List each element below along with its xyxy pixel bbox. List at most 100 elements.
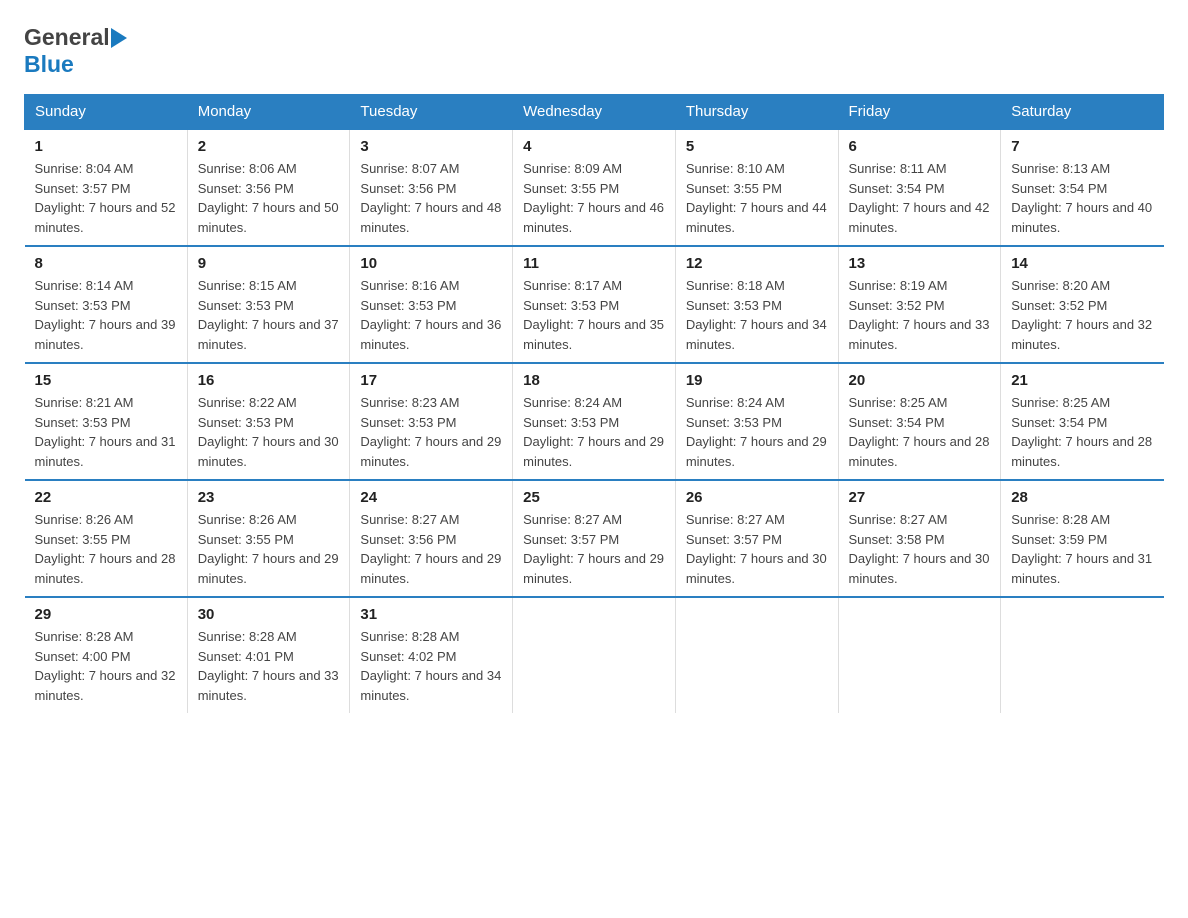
day-info: Sunrise: 8:13 AMSunset: 3:54 PMDaylight:… [1011, 159, 1153, 237]
day-number: 19 [686, 372, 828, 389]
day-number: 26 [686, 489, 828, 506]
day-info: Sunrise: 8:28 AMSunset: 3:59 PMDaylight:… [1011, 510, 1153, 588]
day-number: 2 [198, 138, 340, 155]
calendar-day-cell: 15 Sunrise: 8:21 AMSunset: 3:53 PMDayligh… [25, 363, 188, 480]
day-info: Sunrise: 8:21 AMSunset: 3:53 PMDaylight:… [35, 393, 177, 471]
calendar-day-cell: 6 Sunrise: 8:11 AMSunset: 3:54 PMDaylight… [838, 129, 1001, 246]
column-header-tuesday: Tuesday [350, 95, 513, 130]
calendar-day-cell: 17Sunrise: 8:23 AMSunset: 3:53 PMDayligh… [350, 363, 513, 480]
day-number: 28 [1011, 489, 1153, 506]
day-info: Sunrise: 8:28 AMSunset: 4:01 PMDaylight:… [198, 627, 340, 705]
calendar-day-cell: 7 Sunrise: 8:13 AMSunset: 3:54 PMDaylight… [1001, 129, 1164, 246]
day-info: Sunrise: 8:07 AMSunset: 3:56 PMDaylight:… [360, 159, 502, 237]
day-info: Sunrise: 8:27 AMSunset: 3:58 PMDaylight:… [849, 510, 991, 588]
calendar-day-cell: 12Sunrise: 8:18 AMSunset: 3:53 PMDayligh… [675, 246, 838, 363]
page-header: General Blue [24, 24, 1164, 78]
day-number: 16 [198, 372, 340, 389]
day-number: 23 [198, 489, 340, 506]
calendar-day-cell: 24 Sunrise: 8:27 AMSunset: 3:56 PMDayligh… [350, 480, 513, 597]
calendar-day-cell: 23Sunrise: 8:26 AMSunset: 3:55 PMDayligh… [187, 480, 350, 597]
day-number: 9 [198, 255, 340, 272]
day-number: 30 [198, 606, 340, 623]
calendar-day-cell: 16 Sunrise: 8:22 AMSunset: 3:53 PMDayligh… [187, 363, 350, 480]
calendar-day-cell: 30 Sunrise: 8:28 AMSunset: 4:01 PMDayligh… [187, 597, 350, 713]
column-header-wednesday: Wednesday [513, 95, 676, 130]
day-info: Sunrise: 8:11 AMSunset: 3:54 PMDaylight:… [849, 159, 991, 237]
day-number: 7 [1011, 138, 1153, 155]
calendar-day-cell [675, 597, 838, 713]
calendar-day-cell: 3 Sunrise: 8:07 AMSunset: 3:56 PMDaylight… [350, 129, 513, 246]
column-header-thursday: Thursday [675, 95, 838, 130]
day-number: 13 [849, 255, 991, 272]
calendar-week-row: 1 Sunrise: 8:04 AMSunset: 3:57 PMDaylight… [25, 129, 1164, 246]
day-number: 14 [1011, 255, 1153, 272]
calendar-day-cell: 22 Sunrise: 8:26 AMSunset: 3:55 PMDayligh… [25, 480, 188, 597]
day-info: Sunrise: 8:28 AMSunset: 4:02 PMDaylight:… [360, 627, 502, 705]
logo-triangle-icon [111, 28, 127, 48]
calendar-header-row: SundayMondayTuesdayWednesdayThursdayFrid… [25, 95, 1164, 130]
day-number: 21 [1011, 372, 1153, 389]
logo: General Blue [24, 24, 127, 78]
day-number: 24 [360, 489, 502, 506]
calendar-day-cell: 27 Sunrise: 8:27 AMSunset: 3:58 PMDayligh… [838, 480, 1001, 597]
day-number: 4 [523, 138, 665, 155]
calendar-table: SundayMondayTuesdayWednesdayThursdayFrid… [24, 94, 1164, 713]
calendar-day-cell: 29 Sunrise: 8:28 AMSunset: 4:00 PMDayligh… [25, 597, 188, 713]
calendar-week-row: 29 Sunrise: 8:28 AMSunset: 4:00 PMDayligh… [25, 597, 1164, 713]
day-info: Sunrise: 8:28 AMSunset: 4:00 PMDaylight:… [35, 627, 177, 705]
day-number: 8 [35, 255, 177, 272]
day-info: Sunrise: 8:27 AMSunset: 3:57 PMDaylight:… [523, 510, 665, 588]
calendar-day-cell: 1 Sunrise: 8:04 AMSunset: 3:57 PMDaylight… [25, 129, 188, 246]
day-info: Sunrise: 8:27 AMSunset: 3:57 PMDaylight:… [686, 510, 828, 588]
day-number: 31 [360, 606, 502, 623]
day-info: Sunrise: 8:26 AMSunset: 3:55 PMDaylight:… [35, 510, 177, 588]
day-number: 1 [35, 138, 177, 155]
calendar-day-cell [513, 597, 676, 713]
day-number: 12 [686, 255, 828, 272]
day-info: Sunrise: 8:14 AMSunset: 3:53 PMDaylight:… [35, 276, 177, 354]
column-header-monday: Monday [187, 95, 350, 130]
calendar-day-cell [1001, 597, 1164, 713]
day-number: 5 [686, 138, 828, 155]
calendar-day-cell: 20Sunrise: 8:25 AMSunset: 3:54 PMDayligh… [838, 363, 1001, 480]
day-info: Sunrise: 8:25 AMSunset: 3:54 PMDaylight:… [849, 393, 991, 471]
day-number: 11 [523, 255, 665, 272]
day-info: Sunrise: 8:24 AMSunset: 3:53 PMDaylight:… [686, 393, 828, 471]
calendar-day-cell: 11 Sunrise: 8:17 AMSunset: 3:53 PMDayligh… [513, 246, 676, 363]
logo-general-text: General [24, 24, 110, 51]
day-number: 22 [35, 489, 177, 506]
calendar-day-cell: 4 Sunrise: 8:09 AMSunset: 3:55 PMDaylight… [513, 129, 676, 246]
day-info: Sunrise: 8:25 AMSunset: 3:54 PMDaylight:… [1011, 393, 1153, 471]
calendar-week-row: 15 Sunrise: 8:21 AMSunset: 3:53 PMDayligh… [25, 363, 1164, 480]
day-info: Sunrise: 8:23 AMSunset: 3:53 PMDaylight:… [360, 393, 502, 471]
calendar-day-cell: 10Sunrise: 8:16 AMSunset: 3:53 PMDayligh… [350, 246, 513, 363]
day-number: 3 [360, 138, 502, 155]
calendar-day-cell: 14Sunrise: 8:20 AMSunset: 3:52 PMDayligh… [1001, 246, 1164, 363]
day-info: Sunrise: 8:17 AMSunset: 3:53 PMDaylight:… [523, 276, 665, 354]
calendar-day-cell: 19 Sunrise: 8:24 AMSunset: 3:53 PMDayligh… [675, 363, 838, 480]
day-info: Sunrise: 8:19 AMSunset: 3:52 PMDaylight:… [849, 276, 991, 354]
day-number: 29 [35, 606, 177, 623]
calendar-day-cell: 25Sunrise: 8:27 AMSunset: 3:57 PMDayligh… [513, 480, 676, 597]
day-info: Sunrise: 8:04 AMSunset: 3:57 PMDaylight:… [35, 159, 177, 237]
day-info: Sunrise: 8:09 AMSunset: 3:55 PMDaylight:… [523, 159, 665, 237]
calendar-day-cell: 9 Sunrise: 8:15 AMSunset: 3:53 PMDaylight… [187, 246, 350, 363]
day-number: 15 [35, 372, 177, 389]
day-number: 18 [523, 372, 665, 389]
logo-blue-text: Blue [24, 51, 74, 78]
column-header-friday: Friday [838, 95, 1001, 130]
day-number: 27 [849, 489, 991, 506]
calendar-week-row: 22 Sunrise: 8:26 AMSunset: 3:55 PMDayligh… [25, 480, 1164, 597]
day-number: 6 [849, 138, 991, 155]
column-header-saturday: Saturday [1001, 95, 1164, 130]
day-info: Sunrise: 8:27 AMSunset: 3:56 PMDaylight:… [360, 510, 502, 588]
calendar-day-cell: 18Sunrise: 8:24 AMSunset: 3:53 PMDayligh… [513, 363, 676, 480]
column-header-sunday: Sunday [25, 95, 188, 130]
day-info: Sunrise: 8:15 AMSunset: 3:53 PMDaylight:… [198, 276, 340, 354]
day-number: 10 [360, 255, 502, 272]
day-info: Sunrise: 8:10 AMSunset: 3:55 PMDaylight:… [686, 159, 828, 237]
calendar-day-cell: 31 Sunrise: 8:28 AMSunset: 4:02 PMDayligh… [350, 597, 513, 713]
calendar-day-cell: 13 Sunrise: 8:19 AMSunset: 3:52 PMDayligh… [838, 246, 1001, 363]
day-info: Sunrise: 8:22 AMSunset: 3:53 PMDaylight:… [198, 393, 340, 471]
calendar-day-cell: 2Sunrise: 8:06 AMSunset: 3:56 PMDaylight… [187, 129, 350, 246]
